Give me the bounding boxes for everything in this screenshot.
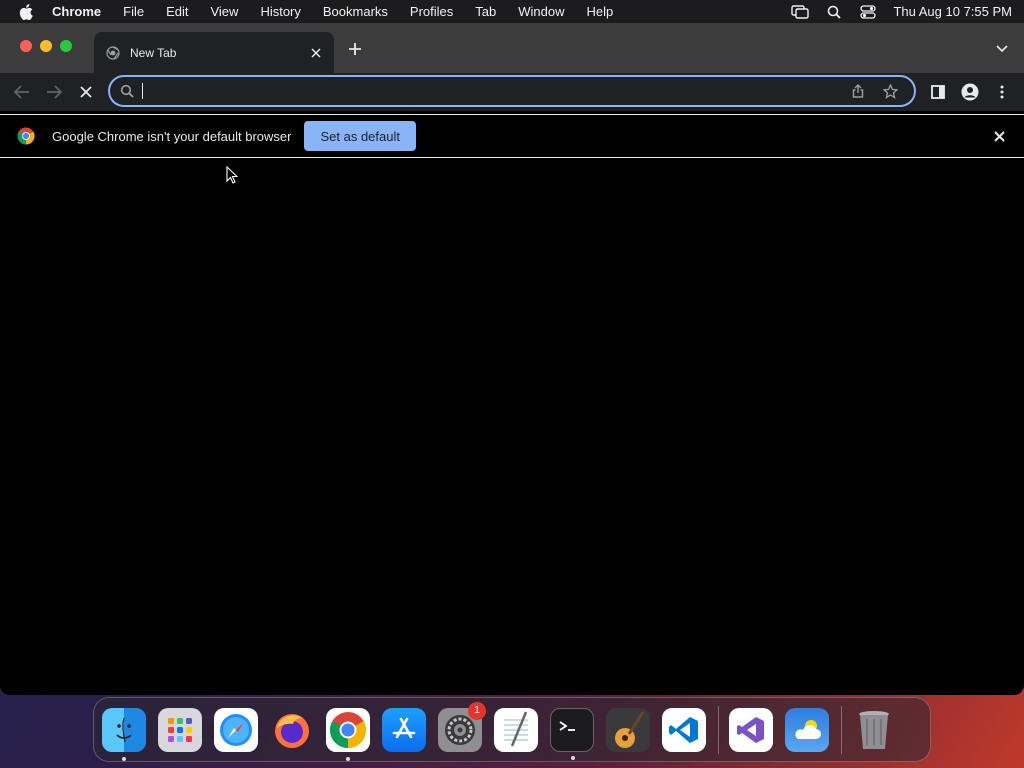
- menu-view[interactable]: View: [199, 4, 249, 19]
- menu-history[interactable]: History: [249, 4, 311, 19]
- chrome-window: New Tab Google Chrome isn't your default…: [0, 23, 1024, 695]
- minimize-window-button[interactable]: [40, 40, 52, 52]
- screen-mirroring-icon[interactable]: [783, 4, 817, 19]
- close-infobar-icon[interactable]: [991, 128, 1007, 144]
- terminal-icon[interactable]: [550, 707, 594, 760]
- close-window-button[interactable]: [20, 40, 32, 52]
- chrome-logo-icon: [17, 127, 35, 145]
- apple-menu-icon[interactable]: [0, 3, 52, 20]
- close-tab-icon[interactable]: [308, 45, 324, 61]
- tab-title: New Tab: [130, 45, 177, 60]
- launchpad-icon[interactable]: [158, 707, 202, 752]
- menu-file[interactable]: File: [112, 4, 155, 19]
- default-browser-infobar: Google Chrome isn't your default browser…: [0, 114, 1024, 158]
- vscode-icon[interactable]: [662, 707, 706, 752]
- settings-notification-badge: 1: [468, 701, 486, 720]
- window-controls: [20, 40, 72, 52]
- tab-search-chevron-icon[interactable]: [994, 41, 1010, 57]
- new-tab-button[interactable]: [345, 39, 365, 59]
- profile-avatar-icon[interactable]: [954, 76, 986, 108]
- forward-button[interactable]: [38, 76, 70, 108]
- share-icon[interactable]: [842, 79, 874, 103]
- garageband-icon[interactable]: [606, 707, 650, 752]
- tab-strip: New Tab: [0, 23, 1024, 73]
- menu-bar: Chrome File Edit View History Bookmarks …: [0, 0, 1024, 23]
- visual-studio-icon[interactable]: [729, 707, 773, 752]
- mouse-pointer-icon: [226, 166, 238, 184]
- more-menu-icon[interactable]: [986, 76, 1018, 108]
- spotlight-search-icon[interactable]: [817, 5, 851, 19]
- search-icon: [120, 84, 134, 98]
- menu-app-name[interactable]: Chrome: [52, 4, 112, 19]
- address-input[interactable]: [142, 83, 842, 99]
- control-center-icon[interactable]: [851, 4, 885, 19]
- infobar-message: Google Chrome isn't your default browser: [52, 128, 292, 144]
- set-as-default-button[interactable]: Set as default: [304, 121, 416, 151]
- menu-edit[interactable]: Edit: [155, 4, 199, 19]
- menu-bookmarks[interactable]: Bookmarks: [312, 4, 399, 19]
- chrome-icon[interactable]: [326, 707, 370, 761]
- chrome-favicon-icon: [106, 45, 120, 60]
- side-panel-icon[interactable]: [922, 76, 954, 108]
- finder-icon[interactable]: [102, 707, 146, 761]
- safari-icon[interactable]: [214, 707, 258, 752]
- textedit-icon[interactable]: [494, 707, 538, 752]
- trash-icon[interactable]: [852, 708, 896, 752]
- firefox-icon[interactable]: [270, 708, 314, 752]
- system-settings-icon[interactable]: 1: [438, 701, 486, 752]
- bookmark-star-icon[interactable]: [874, 79, 906, 103]
- page-content: [0, 158, 1024, 695]
- zoom-window-button[interactable]: [60, 40, 72, 52]
- menu-window[interactable]: Window: [507, 4, 575, 19]
- menu-profiles[interactable]: Profiles: [399, 4, 464, 19]
- dock-separator: [718, 705, 719, 754]
- menubar-clock[interactable]: Thu Aug 10 7:55 PM: [885, 4, 1012, 19]
- weather-icon[interactable]: [785, 707, 829, 752]
- dock-separator-trash: [841, 705, 842, 754]
- app-store-icon[interactable]: [382, 707, 426, 752]
- back-button[interactable]: [6, 76, 38, 108]
- menu-tab[interactable]: Tab: [464, 4, 507, 19]
- tab-new-tab[interactable]: New Tab: [94, 32, 334, 73]
- stop-loading-button[interactable]: [70, 76, 102, 108]
- address-bar[interactable]: [108, 75, 916, 107]
- browser-toolbar: [0, 73, 1024, 111]
- menu-help[interactable]: Help: [576, 4, 625, 19]
- dock: 1: [93, 697, 931, 762]
